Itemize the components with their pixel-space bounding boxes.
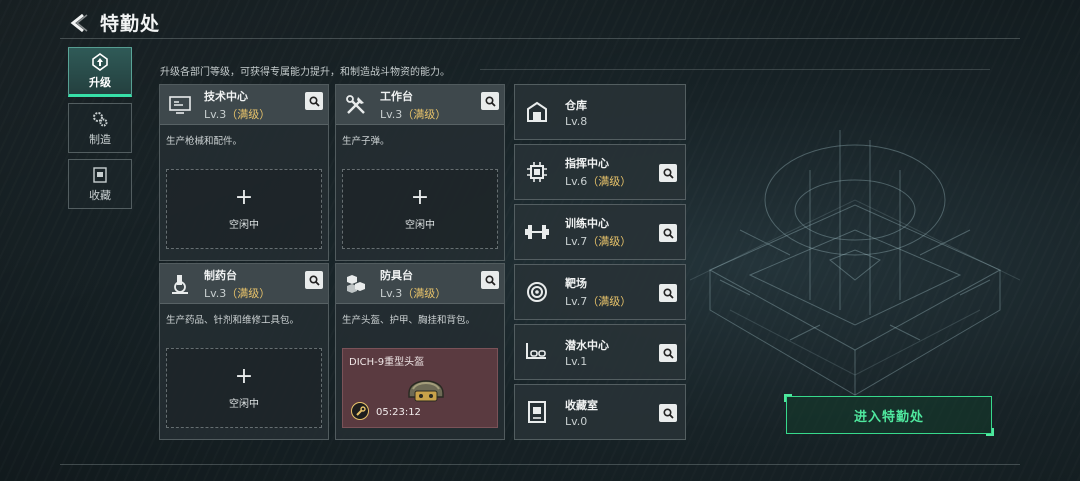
producing-item-name: DICH-9重型头盔 (349, 357, 425, 368)
room-name: 靶场 (565, 277, 587, 290)
magnifier-icon[interactable] (659, 344, 677, 362)
warehouse-icon (519, 98, 555, 126)
magnifier-icon[interactable] (659, 284, 677, 302)
facility-level: Lv.3（满级） (204, 286, 271, 300)
facility-name: 技术中心 (204, 89, 248, 103)
tech-center-icon (166, 91, 194, 119)
production-slot-busy[interactable]: DICH-9重型头盔 05:23:12 (342, 348, 498, 428)
room-card-collection-room[interactable]: 收藏室 Lv.0 (514, 384, 686, 440)
room-level: Lv.6（满级） (565, 175, 632, 188)
facility-card-armory[interactable]: 防具台 Lv.3（满级） 生产头盔、护甲、胸挂和背包。 DICH-9重型头盔 0… (335, 263, 505, 440)
magnifier-icon[interactable] (305, 92, 323, 110)
add-icon: + (234, 184, 254, 210)
room-card-warehouse[interactable]: 仓库 Lv.8 (514, 84, 686, 140)
nav-label: 制造 (89, 132, 111, 146)
magnifier-icon[interactable] (659, 224, 677, 242)
facility-description: 生产头盔、护甲、胸挂和背包。 (342, 315, 476, 326)
diving-icon (519, 338, 555, 366)
magnifier-icon[interactable] (305, 271, 323, 289)
magnifier-icon[interactable] (481, 92, 499, 110)
nav-tab-upgrade[interactable]: 升级 (68, 47, 132, 97)
nav-tab-craft[interactable]: 制造 (68, 103, 132, 153)
room-level: Lv.7（满级） (565, 235, 632, 248)
collection-icon (93, 166, 107, 183)
command-chip-icon (519, 158, 555, 186)
footer-divider (60, 464, 1020, 465)
microscope-icon (166, 270, 194, 298)
room-name: 训练中心 (565, 217, 609, 230)
back-arrow-icon[interactable] (68, 12, 90, 34)
workbench-tools-icon (342, 91, 370, 119)
card-header: 制药台 Lv.3（满级） (160, 264, 328, 304)
facility-description: 生产子弹。 (342, 136, 390, 147)
room-card-command-center[interactable]: 指挥中心 Lv.6（满级） (514, 144, 686, 200)
facility-card-pharmacy[interactable]: 制药台 Lv.3（满级） 生产药品、针剂和维修工具包。 + 空闲中 (159, 263, 329, 440)
page-title: 特勤处 (100, 13, 161, 35)
slot-status: 空闲中 (405, 219, 435, 231)
add-icon: + (410, 184, 430, 210)
dumbbell-icon (519, 218, 555, 246)
nav-label: 收藏 (89, 188, 111, 202)
production-slot-idle[interactable]: + 空闲中 (166, 348, 322, 428)
slot-status: 空闲中 (229, 398, 259, 410)
room-card-training-center[interactable]: 训练中心 Lv.7（满级） (514, 204, 686, 260)
room-level: Lv.1 (565, 354, 588, 368)
room-name: 指挥中心 (565, 157, 609, 170)
slot-status: 空闲中 (229, 219, 259, 231)
facility-level: Lv.3（满级） (204, 107, 271, 121)
production-slot-idle[interactable]: + 空闲中 (342, 169, 498, 249)
target-icon (519, 278, 555, 306)
production-countdown: 05:23:12 (376, 407, 421, 418)
nav-label: 升级 (89, 75, 111, 89)
nav-tab-collection[interactable]: 收藏 (68, 159, 132, 209)
room-card-diving-center[interactable]: 潜水中心 Lv.1 (514, 324, 686, 380)
facility-card-workbench[interactable]: 工作台 Lv.3（满级） 生产子弹。 + 空闲中 (335, 84, 505, 261)
collection-room-icon (519, 398, 555, 426)
room-name: 仓库 (565, 98, 587, 112)
card-header: 防具台 Lv.3（满级） (336, 264, 504, 304)
upgrade-icon (92, 52, 108, 71)
add-icon: + (234, 363, 254, 389)
facility-card-tech-center[interactable]: 技术中心 Lv.3（满级） 生产枪械和配件。 + 空闲中 (159, 84, 329, 261)
header-divider (60, 38, 1020, 39)
enter-special-ops-button[interactable]: 进入特勤处 (784, 394, 994, 436)
facility-level: Lv.3（满级） (380, 286, 447, 300)
helmet-icon (408, 380, 444, 402)
room-name: 收藏室 (565, 398, 598, 412)
room-name: 潜水中心 (565, 338, 609, 352)
magnifier-icon[interactable] (659, 404, 677, 422)
magnifier-icon[interactable] (481, 271, 499, 289)
side-nav: 升级 制造 收藏 (68, 47, 132, 215)
card-header: 工作台 Lv.3（满级） (336, 85, 504, 125)
page-description: 升级各部门等级，可获得专属能力提升，和制造战斗物资的能力。 (160, 67, 450, 78)
base-building-illustration (690, 130, 1020, 396)
card-header: 技术中心 Lv.3（满级） (160, 85, 328, 125)
production-slot-idle[interactable]: + 空闲中 (166, 169, 322, 249)
description-divider (480, 69, 990, 70)
magnifier-icon[interactable] (659, 164, 677, 182)
armor-blocks-icon (342, 270, 370, 298)
facility-name: 制药台 (204, 268, 237, 282)
facility-description: 生产枪械和配件。 (166, 136, 243, 147)
facility-level: Lv.3（满级） (380, 107, 447, 121)
facility-description: 生产药品、针剂和维修工具包。 (166, 315, 300, 326)
room-level: Lv.8 (565, 114, 588, 128)
facility-name: 防具台 (380, 268, 413, 282)
facility-name: 工作台 (380, 89, 413, 103)
room-card-shooting-range[interactable]: 靶场 Lv.7（满级） (514, 264, 686, 320)
gears-icon (93, 111, 108, 126)
room-level: Lv.0 (565, 414, 588, 428)
room-level: Lv.7（满级） (565, 295, 632, 308)
wrench-timer-icon (351, 402, 369, 420)
